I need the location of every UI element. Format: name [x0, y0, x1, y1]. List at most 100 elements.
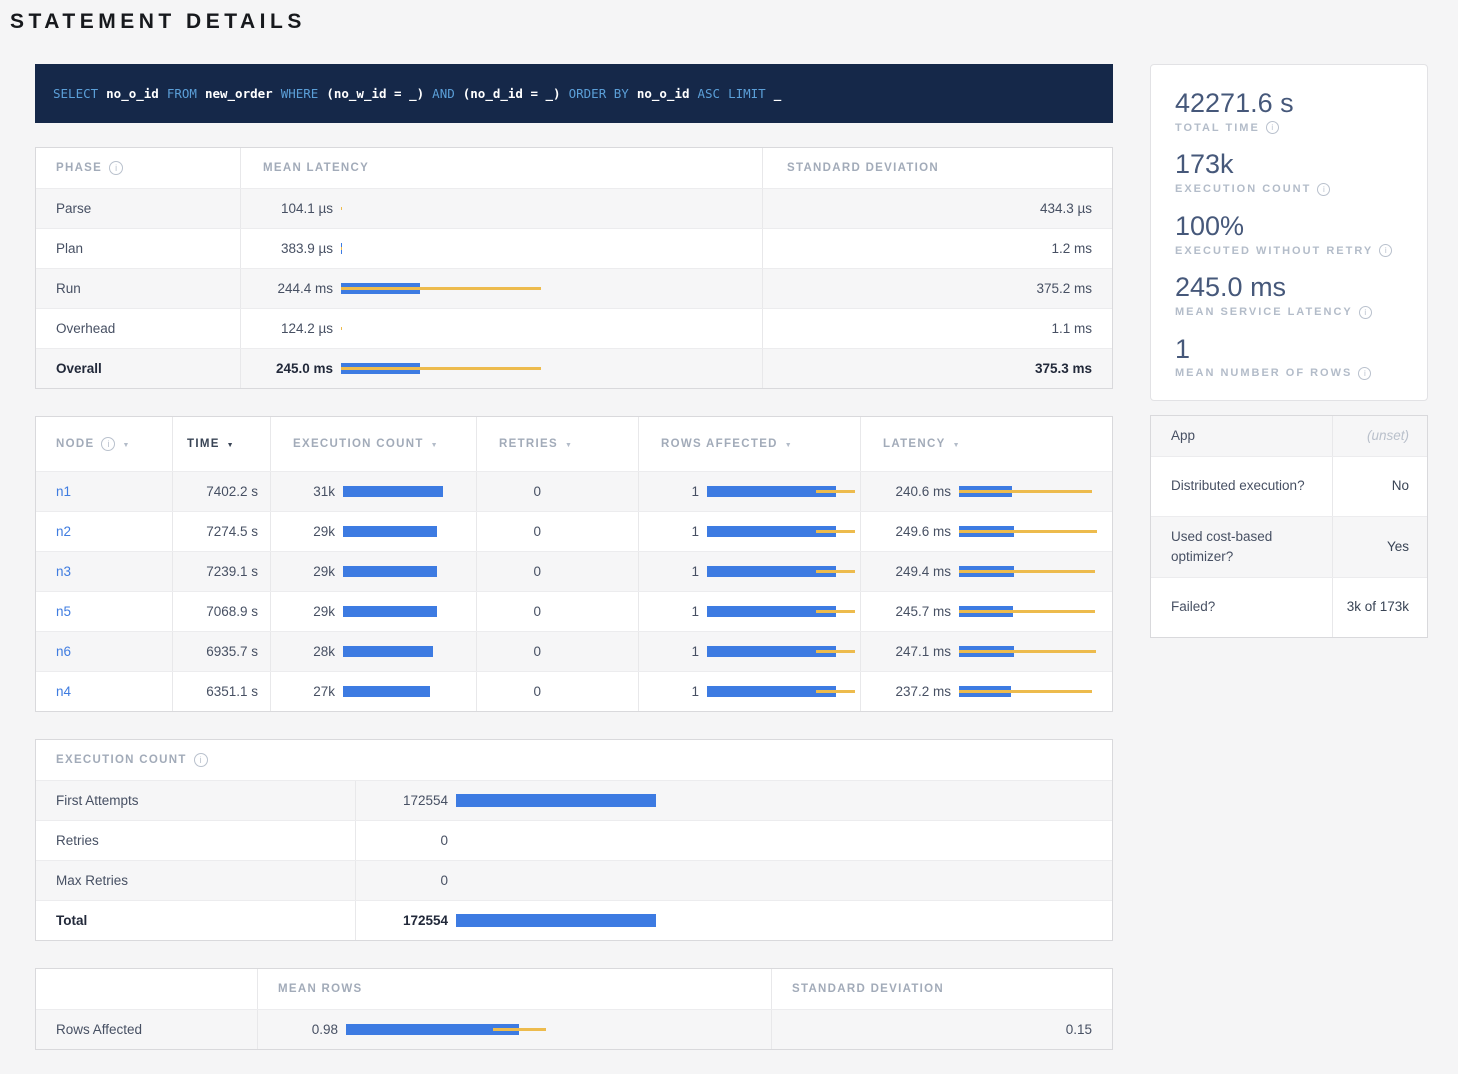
stat-mean-number-of-rows: 1 MEAN NUMBER OF ROWSi	[1175, 333, 1403, 380]
exec-count-bar	[456, 794, 656, 807]
retries-value: 0	[499, 524, 541, 539]
rows-affected-bar	[707, 646, 855, 657]
attribute-value: (unset)	[1332, 416, 1427, 456]
sort-arrow-icon[interactable]: ▼	[565, 442, 573, 449]
std-dev-value: 434.3 µs	[762, 189, 1112, 228]
latency-column-header[interactable]: LATENCY ▼	[861, 417, 1112, 471]
node-link[interactable]: n4	[56, 684, 71, 699]
mean-rows-value: 0.98	[272, 1022, 338, 1037]
attribute-value: Yes	[1332, 517, 1427, 577]
info-icon[interactable]: i	[1359, 306, 1372, 319]
latency-value: 249.4 ms	[883, 564, 951, 579]
table-row: n2 7274.5 s 29k 0 1 249.6 ms	[36, 511, 1112, 551]
phase-name: Plan	[36, 229, 241, 268]
stat-value: 100%	[1175, 210, 1403, 242]
exec-count-bar	[456, 914, 656, 927]
statement-details-page: STATEMENT DETAILS SELECT no_o_id FROM ne…	[0, 0, 1458, 1074]
latency-bar	[341, 243, 541, 254]
table-row: n6 6935.7 s 28k 0 1 247.1 ms	[36, 631, 1112, 671]
sql-identifier: no_o_id	[637, 86, 690, 101]
sort-arrow-icon[interactable]: ▼	[785, 442, 793, 449]
time-column-header[interactable]: TIME ▼	[173, 417, 271, 471]
node-time: 7239.1 s	[173, 552, 271, 591]
table-row: First Attempts 172554	[36, 780, 1112, 820]
latency-value: 240.6 ms	[883, 484, 951, 499]
rows-affected-bar	[707, 486, 855, 497]
rows-affected-value: 1	[661, 644, 699, 659]
latency-bar	[341, 203, 541, 214]
rows-affected-value: 1	[661, 524, 699, 539]
mean-latency-column-header: MEAN LATENCY	[241, 148, 762, 188]
info-icon[interactable]: i	[1266, 121, 1279, 134]
retries-value: 0	[499, 564, 541, 579]
sql-identifier: new_order	[205, 86, 273, 101]
node-time: 7274.5 s	[173, 512, 271, 551]
stat-label: MEAN SERVICE LATENCY	[1175, 306, 1353, 318]
latency-value: 247.1 ms	[883, 644, 951, 659]
std-dev-value: 1.2 ms	[762, 229, 1112, 268]
exec-row-label: Total	[36, 901, 356, 940]
info-icon[interactable]: i	[194, 753, 208, 767]
table-row: Run 244.4 ms 375.2 ms	[36, 268, 1112, 308]
phase-name: Run	[36, 269, 241, 308]
node-link[interactable]: n3	[56, 564, 71, 579]
execution-count-column-header[interactable]: EXECUTION COUNT ▼	[271, 417, 477, 471]
node-link[interactable]: n2	[56, 524, 71, 539]
table-row: Plan 383.9 µs 1.2 ms	[36, 228, 1112, 268]
sql-keyword: ASC	[698, 86, 721, 101]
info-icon[interactable]: i	[109, 161, 123, 175]
node-column-header[interactable]: NODE i ▼	[36, 417, 173, 471]
latency-bar	[959, 686, 1097, 697]
node-stats-table: NODE i ▼ TIME ▼ EXECUTION COUNT ▼ RETRIE…	[35, 416, 1113, 712]
node-link[interactable]: n1	[56, 484, 71, 499]
phase-name: Overhead	[36, 309, 241, 348]
std-dev-value: 1.1 ms	[762, 309, 1112, 348]
table-row: n4 6351.1 s 27k 0 1 237.2 ms	[36, 671, 1112, 711]
stat-executed-without-retry: 100% EXECUTED WITHOUT RETRYi	[1175, 210, 1403, 257]
latency-bar	[959, 566, 1097, 577]
exec-count-bar	[343, 486, 443, 497]
info-icon[interactable]: i	[1317, 183, 1330, 196]
retries-column-header[interactable]: RETRIES ▼	[477, 417, 639, 471]
attribute-label: Used cost-based optimizer?	[1151, 517, 1332, 577]
exec-count-bar	[343, 646, 443, 657]
mean-latency-value: 124.2 µs	[263, 321, 333, 336]
node-table-header: NODE i ▼ TIME ▼ EXECUTION COUNT ▼ RETRIE…	[36, 417, 1112, 471]
sql-keyword: FROM	[167, 86, 197, 101]
latency-bar	[341, 283, 541, 294]
info-icon[interactable]: i	[1358, 367, 1371, 380]
sql-identifier: (no_w_id = _)	[326, 86, 424, 101]
info-icon[interactable]: i	[1379, 244, 1392, 257]
node-time: 7402.2 s	[173, 472, 271, 511]
phase-latency-table: PHASE i MEAN LATENCY STANDARD DEVIATION …	[35, 147, 1113, 389]
sort-arrow-icon[interactable]: ▼	[227, 442, 235, 449]
attribute-label: App	[1151, 416, 1332, 456]
exec-count-value: 29k	[293, 564, 335, 579]
latency-value: 249.6 ms	[883, 524, 951, 539]
node-link[interactable]: n5	[56, 604, 71, 619]
std-dev-column-header: STANDARD DEVIATION	[762, 148, 1112, 188]
exec-count-value: 29k	[293, 604, 335, 619]
sort-arrow-icon[interactable]: ▼	[953, 442, 961, 449]
node-link[interactable]: n6	[56, 644, 71, 659]
exec-row-value: 0	[364, 873, 448, 888]
rows-affected-bar	[707, 606, 855, 617]
latency-bar	[341, 323, 541, 334]
stat-mean-service-latency: 245.0 ms MEAN SERVICE LATENCYi	[1175, 271, 1403, 318]
stat-value: 42271.6 s	[1175, 87, 1403, 119]
exec-count-bar	[456, 834, 656, 847]
std-dev-value: 0.15	[771, 1010, 1112, 1049]
latency-value: 237.2 ms	[883, 684, 951, 699]
mean-latency-value: 244.4 ms	[263, 281, 333, 296]
rows-affected-column-header[interactable]: ROWS AFFECTED ▼	[639, 417, 861, 471]
attribute-value: No	[1332, 457, 1427, 516]
sql-keyword: LIMIT	[728, 86, 766, 101]
mean-rows-column-header: MEAN ROWS	[258, 969, 771, 1009]
exec-count-bar	[343, 686, 443, 697]
info-icon[interactable]: i	[101, 437, 115, 451]
exec-count-bar	[456, 874, 656, 887]
sort-arrow-icon[interactable]: ▼	[122, 442, 130, 449]
sort-arrow-icon[interactable]: ▼	[431, 442, 439, 449]
phase-column-header: PHASE i	[36, 148, 241, 188]
retries-value: 0	[499, 644, 541, 659]
